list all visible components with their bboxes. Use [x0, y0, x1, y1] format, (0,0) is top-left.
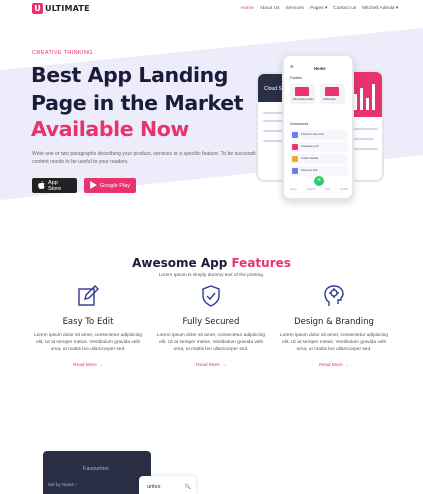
phone-left-title: Cloud S	[264, 86, 282, 92]
hero-headline-line3: Available Now	[31, 117, 189, 141]
document-icon	[292, 168, 298, 174]
feature-card-fully-secured: Fully Secured Lorem ipsum dolor sit amet…	[156, 284, 266, 368]
nav-item-pages[interactable]: Pages ▾	[310, 6, 327, 11]
app-store-button[interactable]: App Store	[32, 178, 77, 193]
phone-mockup-center: ☰ Home Folders Edit Folder Folder Office…	[282, 54, 354, 200]
document-icon	[292, 132, 298, 138]
phone-add-button: +	[314, 176, 324, 186]
features-title: Awesome App Features	[0, 256, 423, 270]
apple-icon	[38, 180, 45, 191]
phone-tab: Files	[325, 188, 331, 191]
brand-name: ULTIMATE	[45, 4, 90, 13]
feature-title: Design & Branding	[294, 317, 374, 327]
phone-documents-heading: Documents	[290, 122, 309, 126]
doc-label: Product Index Doc	[301, 132, 325, 136]
app-store-label: App Store	[48, 179, 62, 192]
feature-title: Easy To Edit	[62, 317, 114, 327]
nav-item-home[interactable]: Home	[241, 6, 254, 11]
phone-folders-heading: Folders	[290, 76, 302, 80]
phone-doc-row: Product Index Doc	[290, 130, 348, 140]
feature-card-easy-to-edit: Easy To Edit Lorem ipsum dolor sit amet,…	[33, 284, 143, 368]
head-brain-icon	[322, 284, 346, 308]
preview-card-title: urites	[147, 484, 161, 490]
read-more-link[interactable]: Read More →	[156, 363, 266, 368]
folder-icon	[295, 87, 309, 96]
phone-menu-icon: ☰	[290, 64, 294, 69]
logo-mark-icon: U	[32, 3, 43, 14]
hero-headline-line1: Best App Landing	[31, 63, 229, 87]
doc-label: Catalogue.pdf	[301, 144, 319, 148]
app-preview-dark: Favourites Set by Name ↑	[43, 451, 151, 494]
phone-screen-title: Home	[314, 66, 326, 71]
search-icon: 🔍	[184, 484, 191, 490]
phone-doc-row: Folder Details	[290, 154, 348, 164]
app-preview-light: urites 🔍	[139, 476, 196, 494]
nav-item-services[interactable]: Services	[286, 6, 304, 11]
hero-headline-line2: Page in the Market	[31, 91, 244, 115]
preview-sort-label: Set by Name ↑	[48, 482, 78, 487]
nav-item-contact[interactable]: Contact us	[333, 6, 356, 11]
feature-card-design-branding: Design & Branding Lorem ipsum dolor sit …	[279, 284, 389, 368]
feature-title: Fully Secured	[182, 317, 240, 327]
folder-label: Office Files	[323, 98, 336, 101]
feature-description: Lorem ipsum dolor sit amet, consectetur …	[34, 333, 142, 353]
site-header: U ULTIMATE Home About Us Services Pages …	[0, 0, 423, 17]
shield-check-icon	[199, 284, 223, 308]
hero-description: Write one or two paragraphs describing y…	[32, 151, 270, 165]
phone-folder-card: Office Files	[320, 84, 345, 104]
doc-label: Payment Doc	[301, 168, 318, 172]
features-subtitle: Lorem Ipsum is simply dummy text of the …	[158, 273, 265, 278]
document-icon	[292, 156, 298, 162]
phone-doc-row: Payment Doc	[290, 166, 348, 176]
main-nav: Home About Us Services Pages ▾ Contact u…	[241, 6, 398, 11]
pencil-edit-icon	[76, 284, 100, 308]
preview-title: Favourites	[83, 466, 109, 472]
google-play-label: Google Play	[100, 182, 130, 189]
folder-icon	[325, 87, 339, 96]
features-title-accent: Features	[231, 256, 291, 270]
phone-folder-card: Edit Folder Folder	[290, 84, 315, 104]
doc-label: Folder Details	[301, 156, 319, 160]
phone-doc-row: Catalogue.pdf	[290, 142, 348, 152]
feature-description: Lorem ipsum dolor sit amet, consectetur …	[157, 333, 265, 353]
hero-tagline: CREATIVE THINKING	[32, 50, 93, 56]
read-more-link[interactable]: Read More →	[33, 363, 143, 368]
nav-item-user-menu[interactable]: Mitchell Adeola ▾	[362, 6, 398, 11]
phone-tab-bar: Home Search Files Profile	[290, 188, 348, 191]
nav-item-about-us[interactable]: About Us	[260, 6, 280, 11]
google-play-button[interactable]: Google Play	[84, 178, 136, 193]
feature-description: Lorem ipsum dolor sit amet, consectetur …	[280, 333, 388, 353]
read-more-link[interactable]: Read More →	[279, 363, 389, 368]
phone-tab: Search	[306, 188, 316, 191]
folder-label: Edit Folder Folder	[293, 98, 314, 101]
brand-logo[interactable]: U ULTIMATE	[32, 3, 90, 14]
phone-tab: Profile	[340, 188, 348, 191]
phone-tab: Home	[290, 188, 297, 191]
play-store-icon	[90, 180, 97, 191]
features-title-main: Awesome App	[132, 256, 232, 270]
document-icon	[292, 144, 298, 150]
